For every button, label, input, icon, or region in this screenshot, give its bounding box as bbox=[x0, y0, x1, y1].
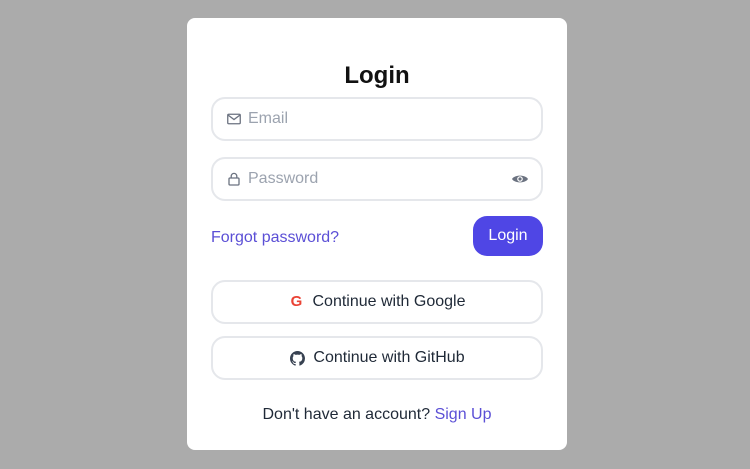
login-card: Login Forgot password? Login bbox=[187, 18, 567, 450]
password-field[interactable] bbox=[211, 157, 543, 201]
eye-icon[interactable] bbox=[511, 170, 529, 188]
signup-row: Don't have an account? Sign Up bbox=[187, 404, 567, 426]
forgot-password-link[interactable]: Forgot password? bbox=[211, 227, 339, 249]
sign-up-link[interactable]: Sign Up bbox=[435, 406, 492, 423]
signup-prompt: Don't have an account? bbox=[262, 406, 431, 423]
email-input[interactable] bbox=[248, 99, 541, 139]
continue-with-github-button[interactable]: Continue with GitHub bbox=[211, 336, 543, 380]
continue-with-google-button[interactable]: G Continue with Google bbox=[211, 280, 543, 324]
google-button-label: Continue with Google bbox=[312, 293, 466, 310]
page-title: Login bbox=[344, 62, 410, 89]
github-icon bbox=[289, 350, 305, 366]
mail-icon bbox=[226, 111, 242, 127]
lock-icon bbox=[226, 171, 242, 187]
password-input[interactable] bbox=[248, 159, 511, 199]
github-button-label: Continue with GitHub bbox=[313, 349, 465, 366]
google-icon: G bbox=[290, 293, 303, 310]
login-button[interactable]: Login bbox=[473, 216, 543, 256]
email-field[interactable] bbox=[211, 97, 543, 141]
